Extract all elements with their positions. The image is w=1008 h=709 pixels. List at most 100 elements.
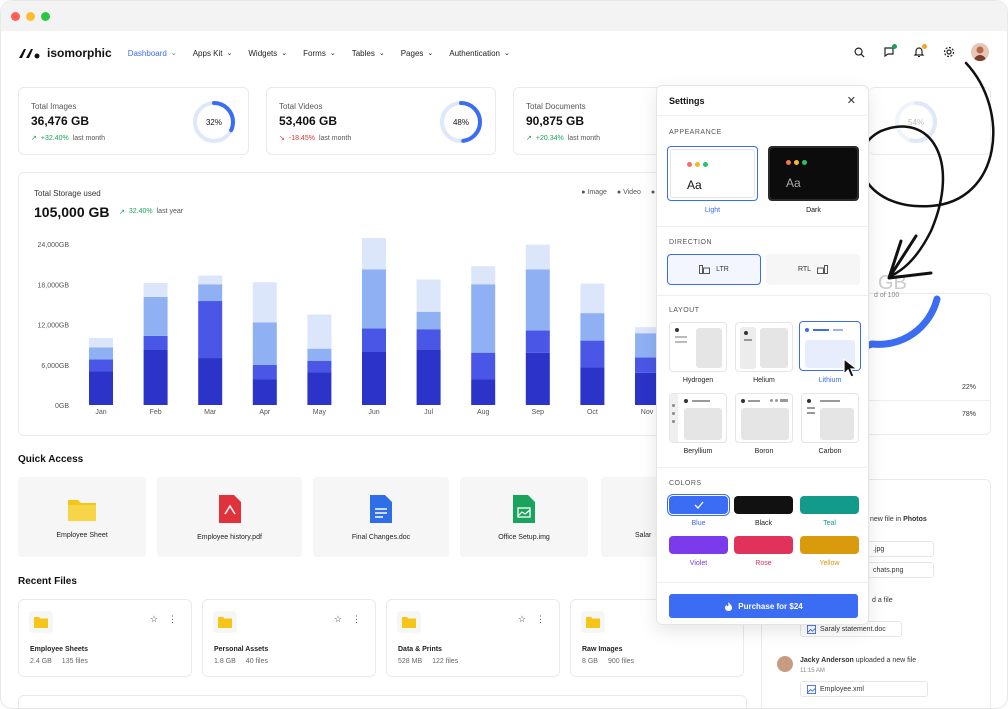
bar-segment[interactable] bbox=[198, 358, 223, 405]
bar-segment[interactable] bbox=[362, 237, 386, 270]
purchase-button[interactable]: Purchase for $24 bbox=[669, 594, 858, 618]
nav-item-widgets[interactable]: Widgets ⌄ bbox=[248, 49, 287, 58]
nav-item-pages[interactable]: Pages ⌄ bbox=[401, 49, 434, 58]
bar-segment[interactable] bbox=[198, 275, 223, 285]
stat-card-images: Total Images 36,476 GB ↗ +32.40% last mont… bbox=[18, 87, 249, 155]
more-icon[interactable]: ⋮ bbox=[352, 614, 361, 625]
maximize-window-dot[interactable] bbox=[41, 11, 50, 21]
stat-period: last month bbox=[72, 134, 106, 142]
avatar[interactable] bbox=[971, 43, 989, 61]
star-icon[interactable]: ☆ bbox=[334, 614, 342, 625]
ltr-icon bbox=[699, 265, 711, 274]
bar-segment[interactable] bbox=[525, 330, 550, 353]
bar-segment[interactable] bbox=[525, 269, 550, 331]
star-icon[interactable]: ☆ bbox=[518, 614, 526, 625]
layout-carbon-option[interactable] bbox=[801, 393, 859, 443]
color-violet-swatch[interactable] bbox=[669, 536, 728, 554]
quick-access-item[interactable]: Employee Sheet bbox=[18, 477, 146, 557]
file-chip[interactable]: .jpg bbox=[866, 541, 934, 557]
bar-segment[interactable] bbox=[143, 296, 168, 336]
bar-segment[interactable] bbox=[143, 335, 168, 350]
recent-file-card[interactable]: ☆ ⋮ Data & Prints 528 MB 122 files bbox=[386, 599, 560, 677]
bar-segment[interactable] bbox=[89, 347, 113, 360]
theme-light-option[interactable]: Aa bbox=[667, 146, 758, 201]
bar-segment[interactable] bbox=[89, 337, 113, 348]
bar-segment[interactable] bbox=[471, 284, 496, 353]
recent-file-name: Employee Sheets bbox=[30, 646, 88, 653]
activity-text: new file in Photos bbox=[870, 516, 927, 523]
bar-segment[interactable] bbox=[525, 352, 550, 405]
nav-item-apps-kit[interactable]: Apps Kit ⌄ bbox=[193, 49, 233, 58]
file-chip[interactable]: chats.png bbox=[866, 562, 934, 578]
color-blue-swatch[interactable] bbox=[667, 494, 730, 516]
bar-segment[interactable] bbox=[416, 279, 441, 312]
layout-boron-option[interactable] bbox=[735, 393, 793, 443]
star-icon[interactable]: ☆ bbox=[150, 614, 158, 625]
bar-segment[interactable] bbox=[143, 349, 168, 405]
quick-access-label: Office Setup.img bbox=[498, 533, 550, 541]
color-teal-swatch[interactable] bbox=[800, 496, 859, 514]
settings-button[interactable] bbox=[941, 44, 957, 60]
bar-segment[interactable] bbox=[362, 269, 386, 329]
color-yellow-swatch[interactable] bbox=[800, 536, 859, 554]
bar-segment[interactable] bbox=[580, 367, 605, 405]
bar-segment[interactable] bbox=[362, 328, 386, 353]
bar-segment[interactable] bbox=[89, 371, 113, 405]
notifications-button[interactable] bbox=[911, 44, 927, 60]
bar-segment[interactable] bbox=[580, 313, 605, 341]
bar-segment[interactable] bbox=[307, 348, 332, 361]
messages-button[interactable] bbox=[881, 44, 897, 60]
color-rose-swatch[interactable] bbox=[734, 536, 793, 554]
bar-segment[interactable] bbox=[198, 284, 223, 302]
more-icon[interactable]: ⋮ bbox=[168, 614, 177, 625]
minimize-window-dot[interactable] bbox=[26, 11, 35, 21]
nav-item-authentication[interactable]: Authentication ⌄ bbox=[449, 49, 510, 58]
bar-segment[interactable] bbox=[580, 283, 605, 314]
stat-card-documents: Total Documents 90,875 GB ↗ +20.34% last m… bbox=[513, 87, 663, 155]
bar-segment[interactable] bbox=[89, 359, 113, 372]
bar-segment[interactable] bbox=[252, 282, 277, 323]
color-black-swatch[interactable] bbox=[734, 496, 793, 514]
bar-segment[interactable] bbox=[307, 314, 332, 349]
close-icon[interactable]: ✕ bbox=[847, 94, 856, 107]
bar-segment[interactable] bbox=[471, 266, 496, 285]
bar-segment[interactable] bbox=[580, 340, 605, 368]
search-button[interactable] bbox=[851, 44, 867, 60]
recent-file-card[interactable]: ☆ ⋮ Personal Assets 1.8 GB 40 files bbox=[202, 599, 376, 677]
direction-ltr-button[interactable]: LTR bbox=[667, 254, 761, 285]
nav-item-tables[interactable]: Tables ⌄ bbox=[352, 49, 385, 58]
bar-segment[interactable] bbox=[198, 301, 223, 359]
bar-segment[interactable] bbox=[416, 311, 441, 330]
file-chip[interactable]: Employee.xml bbox=[800, 681, 928, 697]
theme-dark-option[interactable]: Aa bbox=[768, 146, 859, 201]
layout-hydrogen-option[interactable] bbox=[669, 322, 727, 372]
bar-segment[interactable] bbox=[416, 349, 441, 405]
quick-access-item[interactable]: Salar bbox=[601, 477, 661, 557]
recent-file-card[interactable]: ☆ ⋮ Employee Sheets 2.4 GB 135 files bbox=[18, 599, 192, 677]
bar-segment[interactable] bbox=[143, 282, 168, 297]
bar-segment[interactable] bbox=[416, 329, 441, 350]
quick-access-label: Employee history.pdf bbox=[197, 533, 262, 541]
more-icon[interactable]: ⋮ bbox=[536, 614, 545, 625]
quick-access-item[interactable]: Employee history.pdf bbox=[157, 477, 302, 557]
bar-segment[interactable] bbox=[252, 322, 277, 365]
brand-logo[interactable]: isomorphic bbox=[17, 46, 112, 60]
quick-access-item[interactable]: Final Changes.doc bbox=[313, 477, 449, 557]
nav-item-dashboard[interactable]: Dashboard ⌄ bbox=[128, 49, 177, 58]
layout-helium-option[interactable] bbox=[735, 322, 793, 372]
close-window-dot[interactable] bbox=[11, 11, 20, 21]
bar-segment[interactable] bbox=[307, 372, 332, 405]
nav-item-forms[interactable]: Forms ⌄ bbox=[303, 49, 336, 58]
quick-access-title: Quick Access bbox=[18, 454, 84, 465]
top-nav: isomorphic Dashboard ⌄ Apps Kit ⌄ Widgets ⌄… bbox=[1, 31, 1007, 75]
bar-segment[interactable] bbox=[471, 352, 496, 380]
quick-access-item[interactable]: Office Setup.img bbox=[460, 477, 588, 557]
bar-segment[interactable] bbox=[252, 364, 277, 380]
bar-segment[interactable] bbox=[252, 379, 277, 405]
bar-segment[interactable] bbox=[525, 244, 550, 270]
direction-rtl-button[interactable]: RTL bbox=[766, 254, 860, 285]
layout-beryllium-option[interactable] bbox=[669, 393, 727, 443]
bar-segment[interactable] bbox=[307, 360, 332, 373]
bar-segment[interactable] bbox=[362, 352, 386, 405]
bar-segment[interactable] bbox=[471, 379, 496, 405]
